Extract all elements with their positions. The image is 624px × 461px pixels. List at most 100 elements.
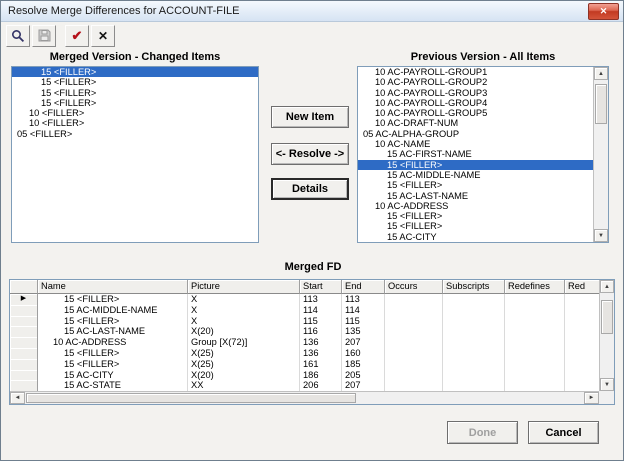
- cancel-button[interactable]: Cancel: [528, 421, 599, 444]
- list-item[interactable]: 05 AC-ALPHA-GROUP: [358, 129, 593, 139]
- table-cell: [505, 326, 565, 338]
- table-cell: 15 AC-STATE: [38, 380, 188, 391]
- table-row[interactable]: 15 AC-MIDDLE-NAME X 114 114: [10, 304, 599, 316]
- x-icon: ✕: [97, 28, 109, 43]
- row-selector: [10, 347, 38, 359]
- column-header-picture: Picture: [188, 280, 300, 294]
- table-cell: [505, 294, 565, 305]
- resolve-button[interactable]: <- Resolve ->: [271, 143, 349, 165]
- table-cell: [443, 337, 505, 348]
- grid-scroll-right-button[interactable]: ►: [584, 392, 599, 404]
- column-header-occurs: Occurs: [385, 280, 443, 294]
- window-title: Resolve Merge Differences for ACCOUNT-FI…: [8, 5, 240, 17]
- close-icon: ✕: [599, 5, 608, 16]
- scroll-down-button[interactable]: ▼: [594, 229, 608, 242]
- grid-horizontal-scrollbar[interactable]: ◄ ►: [10, 391, 599, 404]
- grid-title: Merged FD: [284, 261, 342, 273]
- column-header-subscripts: Subscripts: [443, 280, 505, 294]
- table-cell: [505, 304, 565, 316]
- table-cell: 113: [342, 294, 385, 305]
- table-cell: 135: [342, 326, 385, 338]
- list-item[interactable]: 15 <FILLER>: [12, 67, 258, 78]
- list-item[interactable]: 15 <FILLER>: [358, 211, 593, 221]
- table-cell: [385, 294, 443, 305]
- list-item[interactable]: 10 AC-DRAFT-NUM: [358, 118, 593, 128]
- list-item[interactable]: 15 <FILLER>: [358, 159, 593, 170]
- list-item[interactable]: 15 AC-MIDDLE-NAME: [358, 170, 593, 180]
- table-cell: X(20): [188, 326, 300, 338]
- table-cell: [443, 369, 505, 381]
- save-icon: [38, 29, 50, 42]
- list-item[interactable]: 15 AC-FIRST-NAME: [358, 149, 593, 159]
- table-row[interactable]: 15 <FILLER> X(25) 136 160: [10, 347, 599, 359]
- zoom-button[interactable]: [6, 24, 30, 47]
- list-item[interactable]: 10 AC-ADDRESS: [358, 201, 593, 211]
- list-item[interactable]: 15 <FILLER>: [358, 221, 593, 231]
- table-cell: [565, 380, 599, 391]
- save-button[interactable]: [32, 24, 56, 47]
- scroll-thumb[interactable]: [595, 84, 607, 124]
- grid-vscroll-thumb[interactable]: [601, 300, 613, 334]
- table-row[interactable]: 15 AC-LAST-NAME X(20) 116 135: [10, 326, 599, 338]
- delete-button[interactable]: ✕: [91, 24, 115, 47]
- table-cell: X: [188, 304, 300, 316]
- table-cell: 206: [300, 380, 342, 391]
- table-cell: 113: [300, 294, 342, 305]
- scroll-up-button[interactable]: ▲: [594, 67, 608, 80]
- list-item[interactable]: 15 <FILLER>: [12, 98, 258, 108]
- table-cell: 15 <FILLER>: [38, 347, 188, 359]
- list-item[interactable]: 10 AC-PAYROLL-GROUP2: [358, 77, 593, 87]
- list-item[interactable]: 10 <FILLER>: [12, 108, 258, 118]
- grid-scroll-down-button[interactable]: ▼: [600, 378, 614, 391]
- merged-version-items: 15 <FILLER> 15 <FILLER> 15 <FILLER> 15 <FIL…: [12, 67, 258, 242]
- dialog-window: Resolve Merge Differences for ACCOUNT-FI…: [0, 0, 624, 461]
- table-row[interactable]: 15 AC-STATE XX 206 207: [10, 380, 599, 391]
- list-item[interactable]: 15 AC-LAST-NAME: [358, 191, 593, 201]
- close-button[interactable]: ✕: [588, 2, 619, 20]
- grid-vertical-scrollbar[interactable]: ▲ ▼: [599, 280, 614, 391]
- list-item[interactable]: 10 AC-PAYROLL-GROUP5: [358, 108, 593, 118]
- list-item[interactable]: 10 AC-NAME: [358, 139, 593, 149]
- list-item[interactable]: 10 AC-PAYROLL-GROUP3: [358, 88, 593, 98]
- table-row[interactable]: 15 <FILLER> X(25) 161 185: [10, 358, 599, 370]
- list-item[interactable]: 10 AC-PAYROLL-GROUP1: [358, 67, 593, 77]
- grid-scroll-up-button[interactable]: ▲: [600, 280, 614, 293]
- table-cell: [565, 348, 599, 359]
- table-cell: 15 AC-LAST-NAME: [38, 326, 188, 338]
- list-item[interactable]: 15 <FILLER>: [12, 77, 258, 87]
- grid-scroll-left-button[interactable]: ◄: [10, 392, 25, 404]
- list-item[interactable]: 15 <FILLER>: [12, 88, 258, 98]
- table-row[interactable]: ▶ 15 <FILLER> X 113 113: [10, 294, 599, 305]
- details-button[interactable]: Details: [271, 178, 349, 200]
- list-item[interactable]: 10 AC-PAYROLL-GROUP4: [358, 98, 593, 108]
- list-vertical-scrollbar[interactable]: ▲ ▼: [593, 67, 608, 242]
- table-row[interactable]: 10 AC-ADDRESS Group [X(72)] 136 207: [10, 337, 599, 348]
- table-row[interactable]: 15 <FILLER> X 115 115: [10, 315, 599, 327]
- grid-hscroll-thumb[interactable]: [26, 393, 356, 403]
- table-cell: 15 <FILLER>: [38, 294, 188, 305]
- table-cell: [505, 380, 565, 391]
- list-item[interactable]: 10 <FILLER>: [12, 118, 258, 128]
- done-button[interactable]: Done: [447, 421, 518, 444]
- previous-version-items: 10 AC-PAYROLL-GROUP1 10 AC-PAYROLL-GROUP2…: [358, 67, 593, 242]
- merged-version-list: 15 <FILLER> 15 <FILLER> 15 <FILLER> 15 <FIL…: [11, 66, 259, 243]
- table-cell: [565, 337, 599, 348]
- table-cell: [565, 359, 599, 370]
- check-icon: ✔: [71, 28, 83, 43]
- row-selector: [10, 369, 38, 381]
- table-cell: [443, 380, 505, 391]
- titlebar: Resolve Merge Differences for ACCOUNT-FI…: [1, 1, 623, 22]
- column-header-redefined: Red: [565, 280, 599, 294]
- list-item[interactable]: 15 <FILLER>: [358, 180, 593, 190]
- table-cell: [505, 369, 565, 381]
- table-cell: 15 AC-MIDDLE-NAME: [38, 304, 188, 316]
- list-item[interactable]: 15 AC-CITY: [358, 232, 593, 242]
- table-cell: [443, 347, 505, 359]
- resolve-check-button[interactable]: ✔: [65, 24, 89, 47]
- table-cell: [443, 358, 505, 370]
- table-cell: [565, 370, 599, 381]
- table-row[interactable]: 15 AC-CITY X(20) 186 205: [10, 369, 599, 381]
- table-cell: [385, 304, 443, 316]
- new-item-button[interactable]: New Item: [271, 106, 349, 128]
- list-item[interactable]: 05 <FILLER>: [12, 129, 258, 139]
